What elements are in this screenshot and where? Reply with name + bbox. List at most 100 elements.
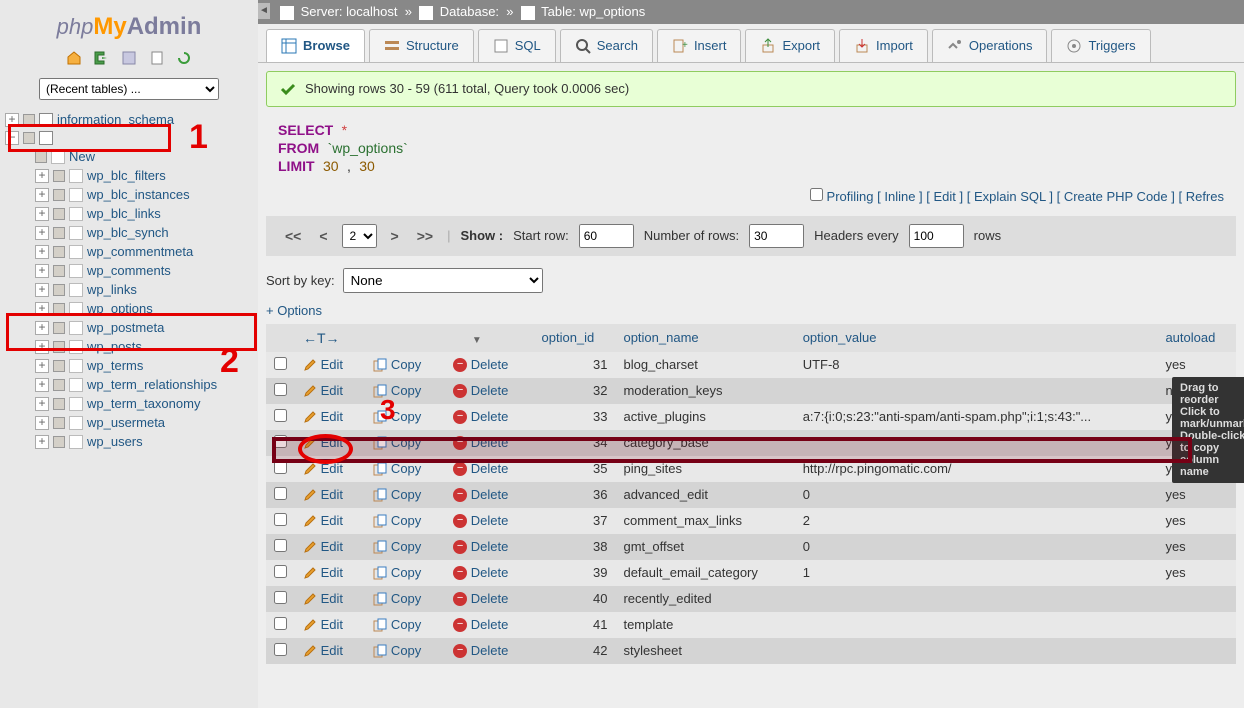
row-checkbox[interactable]: [274, 565, 287, 578]
row-checkbox[interactable]: [274, 435, 287, 448]
edit-row-link[interactable]: Edit: [303, 461, 343, 476]
tab-operations[interactable]: Operations: [932, 29, 1048, 62]
num-rows-input[interactable]: [749, 224, 804, 248]
copy-row-link[interactable]: Copy: [373, 617, 421, 632]
row-checkbox[interactable]: [274, 461, 287, 474]
breadcrumb-table[interactable]: wp_options: [579, 4, 645, 19]
first-page-button[interactable]: <<: [281, 228, 305, 244]
edit-row-link[interactable]: Edit: [303, 643, 343, 658]
tab-search[interactable]: Search: [560, 29, 653, 62]
tree-table-wp_users[interactable]: wp_users: [30, 432, 258, 451]
header-option-value[interactable]: option_value: [795, 324, 1158, 352]
tree-table-wp_term_taxonomy[interactable]: wp_term_taxonomy: [30, 394, 258, 413]
reload-icon[interactable]: [175, 49, 193, 67]
edit-sql-link[interactable]: Edit: [934, 189, 956, 204]
copy-row-link[interactable]: Copy: [373, 357, 421, 372]
edit-row-link[interactable]: Edit: [303, 409, 343, 424]
header-option-id[interactable]: option_id: [534, 324, 616, 352]
edit-row-link[interactable]: Edit: [303, 617, 343, 632]
tree-table-New[interactable]: New: [30, 147, 258, 166]
row-checkbox[interactable]: [274, 357, 287, 370]
header-actions[interactable]: ←T→ ▼: [295, 324, 534, 352]
explain-sql-link[interactable]: Explain SQL: [974, 189, 1046, 204]
tab-export[interactable]: Export: [745, 29, 835, 62]
copy-row-link[interactable]: Copy: [373, 487, 421, 502]
tab-triggers[interactable]: Triggers: [1051, 29, 1150, 62]
row-checkbox[interactable]: [274, 591, 287, 604]
tree-table-wp_blc_instances[interactable]: wp_blc_instances: [30, 185, 258, 204]
last-page-button[interactable]: >>: [413, 228, 437, 244]
edit-row-link[interactable]: Edit: [303, 539, 343, 554]
edit-row-link[interactable]: Edit: [303, 357, 343, 372]
tree-table-wp_links[interactable]: wp_links: [30, 280, 258, 299]
copy-row-link[interactable]: Copy: [373, 461, 421, 476]
tree-table-wp_blc_links[interactable]: wp_blc_links: [30, 204, 258, 223]
delete-row-link[interactable]: − Delete: [453, 435, 508, 450]
sidebar-collapse-toggle[interactable]: ◄: [258, 3, 270, 19]
create-php-link[interactable]: Create PHP Code: [1064, 189, 1168, 204]
home-icon[interactable]: [65, 49, 83, 67]
tree-table-wp_blc_filters[interactable]: wp_blc_filters: [30, 166, 258, 185]
copy-row-link[interactable]: Copy: [373, 513, 421, 528]
profiling-checkbox[interactable]: [810, 188, 823, 201]
row-checkbox[interactable]: [274, 617, 287, 630]
tab-structure[interactable]: Structure: [369, 29, 474, 62]
delete-row-link[interactable]: − Delete: [453, 409, 508, 424]
tree-table-wp_comments[interactable]: wp_comments: [30, 261, 258, 280]
tab-insert[interactable]: +Insert: [657, 29, 742, 62]
row-checkbox[interactable]: [274, 383, 287, 396]
copy-row-link[interactable]: Copy: [373, 643, 421, 658]
start-row-input[interactable]: [579, 224, 634, 248]
delete-row-link[interactable]: − Delete: [453, 487, 508, 502]
header-autoload[interactable]: autoload: [1157, 324, 1236, 352]
row-checkbox[interactable]: [274, 513, 287, 526]
headers-every-input[interactable]: [909, 224, 964, 248]
row-checkbox[interactable]: [274, 539, 287, 552]
delete-row-link[interactable]: − Delete: [453, 461, 508, 476]
tab-import[interactable]: Import: [839, 29, 928, 62]
delete-row-link[interactable]: − Delete: [453, 565, 508, 580]
logout-icon[interactable]: [92, 49, 110, 67]
copy-row-link[interactable]: Copy: [373, 539, 421, 554]
tree-table-wp_options[interactable]: wp_options: [30, 299, 258, 318]
phpmyadmin-logo[interactable]: phpMyAdmin: [0, 5, 258, 49]
delete-row-link[interactable]: − Delete: [453, 383, 508, 398]
options-toggle[interactable]: + Options: [266, 297, 1236, 324]
sort-by-key-select[interactable]: None: [343, 268, 543, 293]
copy-row-link[interactable]: Copy: [373, 565, 421, 580]
header-option-name[interactable]: option_name: [615, 324, 794, 352]
tab-sql[interactable]: SQL: [478, 29, 556, 62]
copy-row-link[interactable]: Copy: [373, 435, 421, 450]
page-select[interactable]: 2: [342, 224, 377, 248]
edit-row-link[interactable]: Edit: [303, 591, 343, 606]
tree-table-wp_usermeta[interactable]: wp_usermeta: [30, 413, 258, 432]
delete-row-link[interactable]: − Delete: [453, 357, 508, 372]
delete-row-link[interactable]: − Delete: [453, 539, 508, 554]
row-checkbox[interactable]: [274, 643, 287, 656]
edit-row-link[interactable]: Edit: [303, 487, 343, 502]
delete-row-link[interactable]: − Delete: [453, 513, 508, 528]
delete-row-link[interactable]: − Delete: [453, 591, 508, 606]
row-checkbox[interactable]: [274, 487, 287, 500]
tree-db-information-schema[interactable]: information_schema: [5, 110, 258, 129]
tree-table-wp_blc_synch[interactable]: wp_blc_synch: [30, 223, 258, 242]
edit-row-link[interactable]: Edit: [303, 435, 343, 450]
delete-row-link[interactable]: − Delete: [453, 617, 508, 632]
docs-icon[interactable]: [148, 49, 166, 67]
prev-page-button[interactable]: <: [315, 228, 331, 244]
recent-tables-select[interactable]: (Recent tables) ...: [39, 78, 219, 100]
copy-row-link[interactable]: Copy: [373, 591, 421, 606]
tree-db-selected[interactable]: [5, 129, 258, 147]
edit-row-link[interactable]: Edit: [303, 513, 343, 528]
inline-link[interactable]: Inline: [884, 189, 915, 204]
edit-row-link[interactable]: Edit: [303, 383, 343, 398]
breadcrumb-server[interactable]: localhost: [346, 4, 397, 19]
delete-row-link[interactable]: − Delete: [453, 643, 508, 658]
next-page-button[interactable]: >: [387, 228, 403, 244]
tab-browse[interactable]: Browse: [266, 29, 365, 62]
tree-table-wp_commentmeta[interactable]: wp_commentmeta: [30, 242, 258, 261]
sql-icon[interactable]: [120, 49, 138, 67]
refresh-link[interactable]: Refres: [1186, 189, 1224, 204]
edit-row-link[interactable]: Edit: [303, 565, 343, 580]
row-checkbox[interactable]: [274, 409, 287, 422]
